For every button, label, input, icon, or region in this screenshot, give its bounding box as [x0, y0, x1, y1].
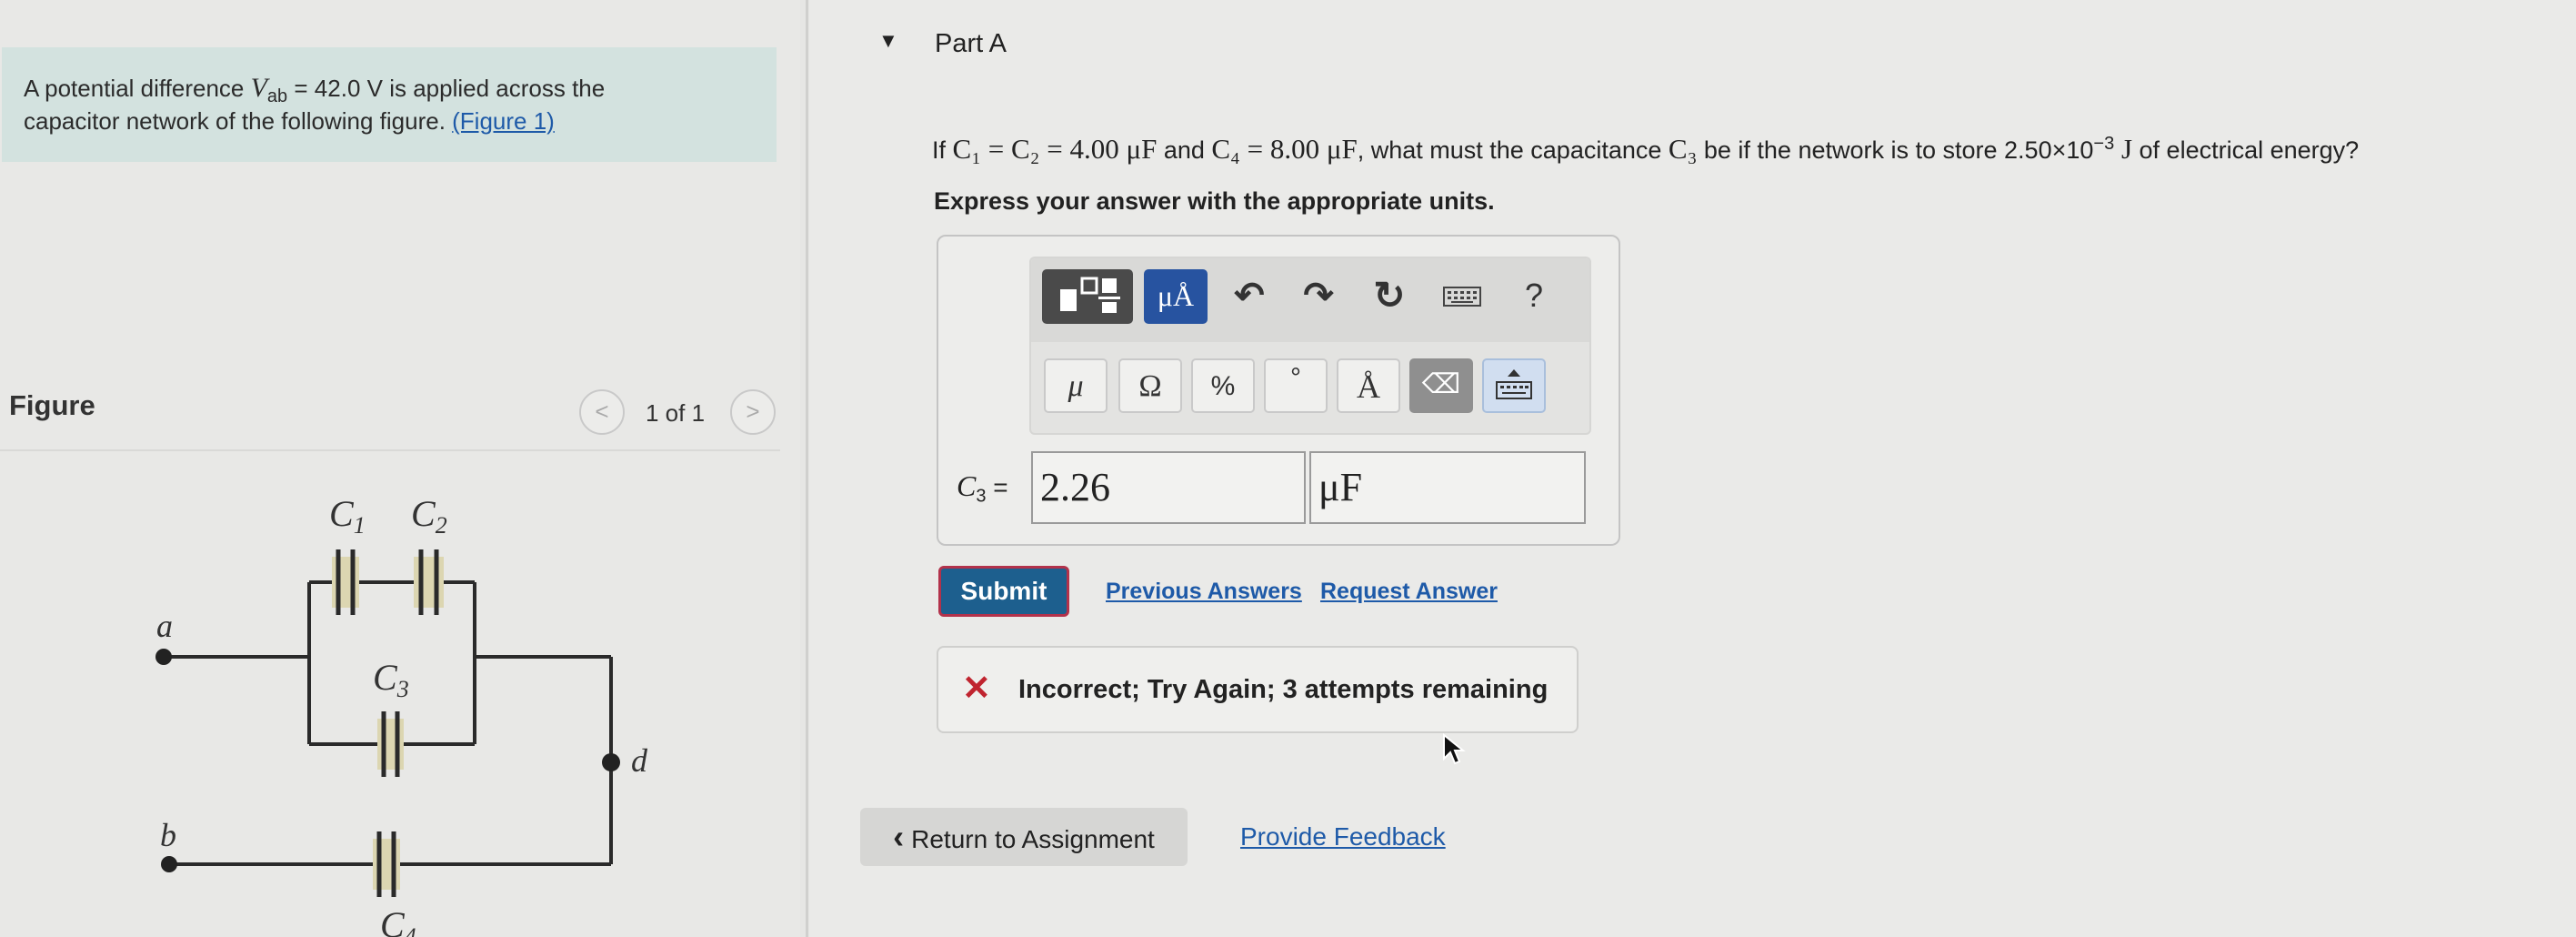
chevron-left-icon: ‹ [893, 818, 905, 855]
reset-icon[interactable]: ↻ [1364, 269, 1415, 324]
question-fragment: of electrical energy? [2132, 136, 2360, 164]
problem-text: capacitor network of the following figur… [24, 107, 453, 135]
capacitor-c4 [373, 831, 400, 897]
omega-button[interactable]: Ω [1118, 358, 1182, 413]
return-to-assignment-button[interactable]: ‹ Return to Assignment [860, 808, 1188, 866]
capacitor-c2 [414, 549, 444, 615]
keyboard-toggle-icon[interactable] [1482, 358, 1546, 413]
label-b: b [160, 817, 176, 853]
answer-instruction: Express your answer with the appropriate… [934, 187, 1495, 215]
degree-button[interactable]: ° [1264, 358, 1328, 413]
redo-icon[interactable]: ↷ [1293, 269, 1344, 324]
figure-link[interactable]: (Figure 1) [452, 107, 555, 135]
label-d: d [631, 742, 648, 779]
label-c2: C2 [411, 493, 447, 539]
previous-answers-link[interactable]: Previous Answers [1106, 579, 1302, 605]
part-a-label[interactable]: Part A [935, 29, 1007, 59]
question-fragment: and [1157, 136, 1212, 164]
keyboard-icon[interactable] [1437, 269, 1488, 324]
question-fragment: be if the network is to store 2.50×10 [1697, 136, 2094, 164]
backspace-icon[interactable]: ⌫ [1409, 358, 1473, 413]
mouse-cursor-icon [1443, 733, 1466, 765]
angstrom-button[interactable]: Å [1337, 358, 1400, 413]
mu-button[interactable]: μ [1044, 358, 1108, 413]
question-math: C₄ = 8.00 μF [1211, 133, 1358, 165]
feedback-message: Incorrect; Try Again; 3 attempts remaini… [1018, 675, 1549, 704]
label-c1: C1 [329, 493, 366, 539]
capacitor-network-figure: C1 C2 C3 C4 a b d [155, 493, 648, 937]
problem-line-1: A potential difference Vab = 42.0 V is a… [24, 73, 605, 107]
problem-line-2: capacitor network of the following figur… [24, 107, 555, 136]
voltage-var: V [250, 73, 267, 103]
label-a: a [156, 608, 173, 644]
question-math: J [2114, 133, 2133, 165]
question-math: C₃ [1668, 133, 1698, 165]
return-label: Return to Assignment [911, 825, 1155, 853]
panel-separator [806, 0, 808, 937]
figure-next-button[interactable]: > [730, 389, 776, 435]
question-fragment: If [932, 136, 953, 164]
label-equals: = [986, 473, 1008, 501]
figure-prev-button[interactable]: < [579, 389, 625, 435]
question-text: If C₁ = C₂ = 4.00 μF and C₄ = 8.00 μF, w… [932, 133, 2359, 166]
undo-icon[interactable]: ↶ [1224, 269, 1275, 324]
figure-label: Figure [9, 389, 95, 421]
request-answer-link[interactable]: Request Answer [1320, 579, 1498, 605]
terminal-b [161, 856, 177, 872]
templates-icon[interactable] [1042, 269, 1133, 324]
voltage-subscript: ab [266, 86, 288, 107]
help-icon[interactable]: ? [1511, 269, 1557, 324]
terminal-a [155, 649, 172, 665]
label-var: C [957, 469, 977, 502]
figure-divider [0, 449, 780, 451]
value-input[interactable]: 2.26 [1031, 451, 1306, 524]
label-subscript: 3 [976, 486, 987, 507]
terminal-d [602, 753, 620, 771]
provide-feedback-link[interactable]: Provide Feedback [1240, 822, 1446, 851]
problem-text: A potential difference [24, 75, 251, 102]
percent-button[interactable]: % [1191, 358, 1255, 413]
capacitor-c1 [332, 549, 359, 615]
problem-text: = 42.0 V is applied across the [287, 75, 606, 102]
question-fragment: , what must the capacitance [1357, 136, 1669, 164]
unit-input[interactable]: μF [1309, 451, 1586, 524]
label-c4: C4 [380, 904, 416, 937]
capacitor-c3 [377, 711, 404, 777]
part-toggle-icon[interactable]: ▼ [878, 29, 898, 53]
label-c3: C3 [373, 657, 409, 702]
figure-pager-count: 1 of 1 [646, 399, 706, 427]
units-button[interactable]: μÅ [1144, 269, 1208, 324]
incorrect-icon: ✕ [962, 670, 991, 708]
question-math: C₁ = C₂ = 4.00 μF [952, 133, 1158, 165]
question-exponent: −3 [2093, 134, 2115, 154]
submit-button[interactable]: Submit [938, 566, 1069, 617]
c3-answer-label: C3 = [957, 469, 1008, 508]
